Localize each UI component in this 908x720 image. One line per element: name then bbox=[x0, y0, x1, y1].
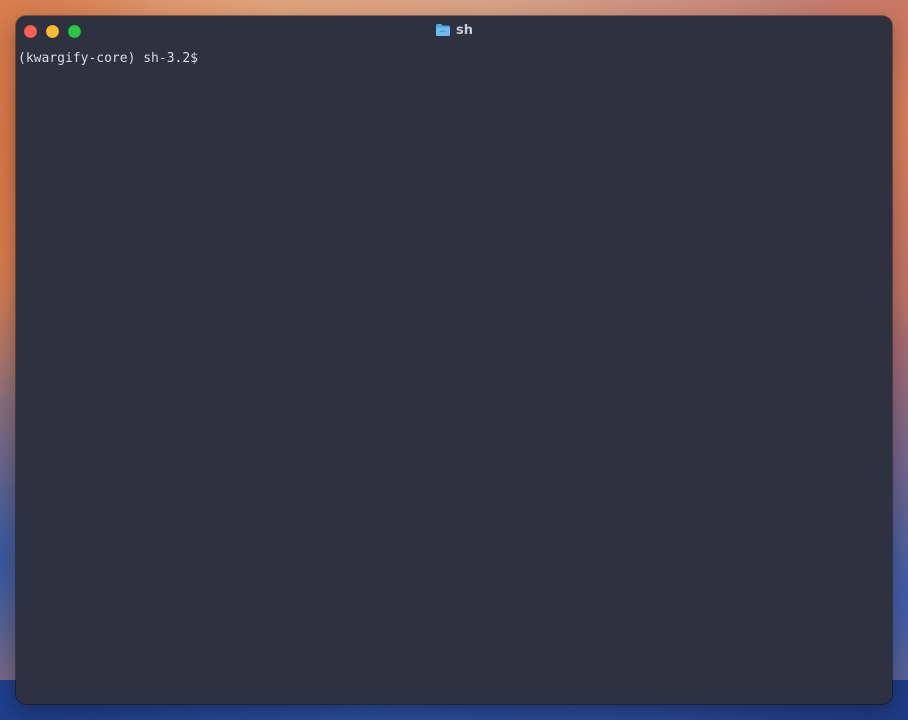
folder-icon bbox=[435, 23, 451, 43]
window-title: sh bbox=[16, 22, 892, 43]
title-bar[interactable]: sh bbox=[16, 16, 892, 46]
terminal-output[interactable]: (kwargify-core) sh-3.2$ bbox=[18, 50, 888, 700]
terminal-window: sh (kwargify-core) sh-3.2$ bbox=[16, 16, 892, 704]
shell-prompt: (kwargify-core) sh-3.2$ bbox=[18, 51, 199, 66]
window-title-text: sh bbox=[456, 23, 473, 38]
